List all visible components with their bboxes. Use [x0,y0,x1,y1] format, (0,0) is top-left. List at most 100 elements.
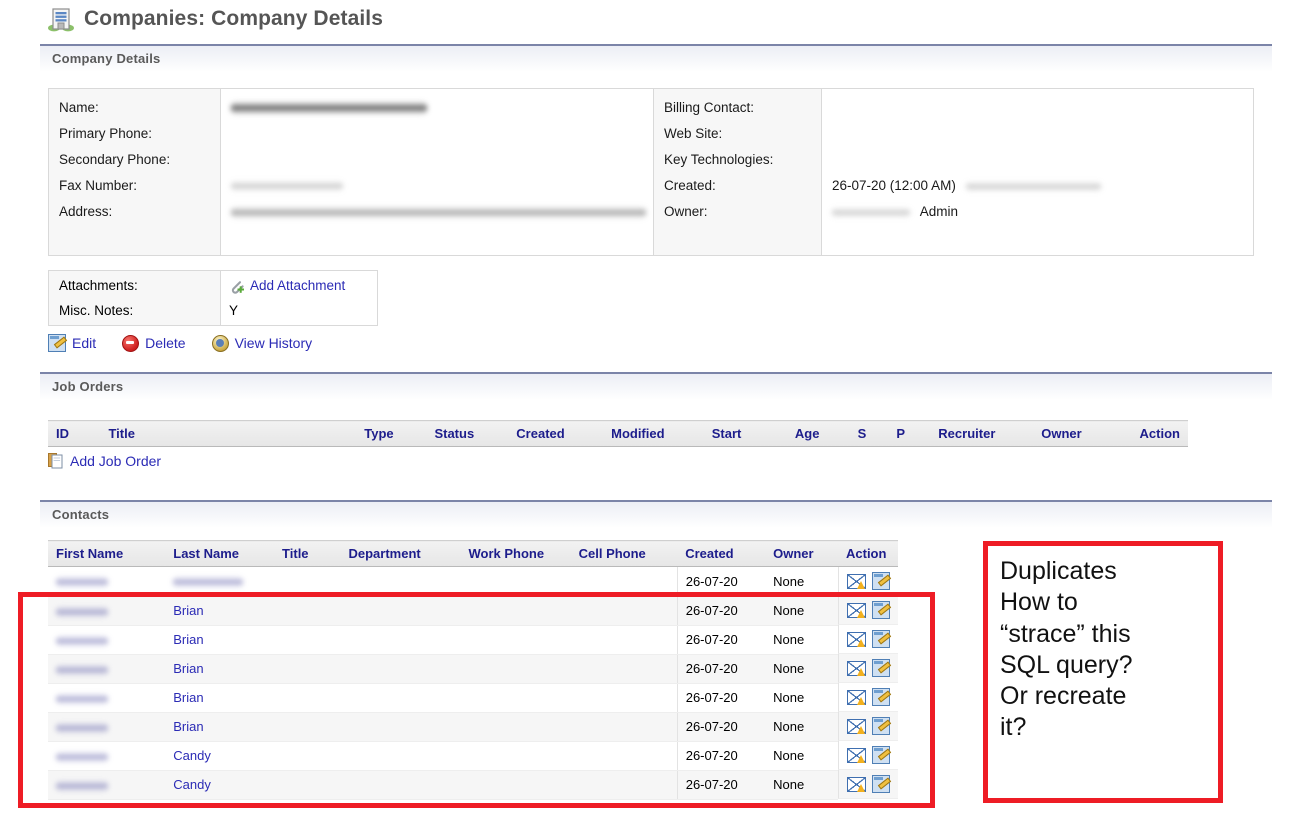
col-contact-last-name[interactable]: Last Name [165,541,274,567]
col-contact-cell-phone[interactable]: Cell Phone [571,541,678,567]
redacted-first-name [56,576,108,588]
owner-value: Admin [920,204,958,219]
redacted-owner-first-name [832,207,910,218]
redacted-last-name [173,576,243,588]
edit-icon [48,334,66,352]
annotation-line-1: Duplicates [1000,556,1210,587]
field-value-fax-number [231,173,653,199]
history-clock-icon [212,335,229,352]
col-joborder-id[interactable]: ID [48,421,100,447]
field-label-primary-phone: Primary Phone: [59,121,220,147]
annotation-line-2: How to [1000,587,1210,618]
page-root: Companies: Company Details Company Detai… [0,0,1298,829]
job-orders-header-row: ID Title Type Status Created Modified St… [48,421,1188,447]
page-title: Companies: Company Details [84,7,383,31]
add-attachment-row[interactable]: Add Attachment [229,273,377,298]
edit-record-button[interactable]: Edit [48,334,96,352]
section-header-company-details: Company Details [40,44,1272,72]
col-contact-title[interactable]: Title [274,541,340,567]
misc-notes-label: Misc. Notes: [59,298,220,323]
section-header-job-orders: Job Orders [40,372,1272,400]
annotation-line-6: it? [1000,712,1210,743]
add-attachment-link[interactable]: Add Attachment [250,273,345,298]
right-labels-cell: Billing Contact: Web Site: Key Technolog… [654,89,822,255]
redacted-address [231,206,646,219]
field-label-name: Name: [59,95,220,121]
field-value-owner: Admin [832,199,1256,225]
field-value-name [231,95,653,121]
left-values-cell [221,89,653,255]
building-icon [48,6,74,32]
field-value-address [231,199,653,225]
field-value-created: 26-07-20 (12:00 AM) [832,173,1256,199]
annotation-line-4: SQL query? [1000,650,1210,681]
email-icon[interactable] [847,574,866,589]
add-job-order-row[interactable]: Add Job Order [48,452,161,469]
delete-label[interactable]: Delete [145,335,185,351]
field-label-billing-contact: Billing Contact: [664,95,821,121]
col-joborder-owner[interactable]: Owner [1033,421,1131,447]
field-value-billing-contact [832,95,1256,121]
add-job-order-link[interactable]: Add Job Order [70,453,161,469]
field-label-owner: Owner: [664,199,821,225]
col-joborder-p[interactable]: P [888,421,930,447]
field-label-address: Address: [59,199,220,225]
col-joborder-age[interactable]: Age [787,421,850,447]
col-contact-created[interactable]: Created [677,541,765,567]
col-contact-department[interactable]: Department [340,541,460,567]
job-orders-table: ID Title Type Status Created Modified St… [48,420,1188,447]
col-joborder-created[interactable]: Created [508,421,603,447]
field-value-primary-phone [231,121,653,147]
redacted-created-by [966,181,1101,192]
attachments-labels-cell: Attachments: Misc. Notes: [49,271,221,325]
col-joborder-modified[interactable]: Modified [603,421,704,447]
company-details-left-column: Name: Primary Phone: Secondary Phone: Fa… [49,89,653,255]
field-value-web-site [832,121,1256,147]
misc-notes-value: Y [229,298,377,323]
section-header-contacts: Contacts [40,500,1272,528]
attachments-values-cell: Add Attachment Y [221,271,377,325]
annotation-line-3: “strace” this [1000,619,1210,650]
annotation-note-text: Duplicates How to “strace” this SQL quer… [1000,556,1210,744]
view-history-label[interactable]: View History [235,335,313,351]
field-label-key-technologies: Key Technologies: [664,147,821,173]
delete-record-button[interactable]: Delete [122,335,185,352]
section-title-company-details: Company Details [52,51,160,66]
section-title-job-orders: Job Orders [52,379,123,394]
section-title-contacts: Contacts [52,507,109,522]
annotation-highlight-contacts-duplicates [18,592,935,808]
record-action-bar: Edit Delete View History [48,334,312,352]
col-joborder-action[interactable]: Action [1132,421,1188,447]
view-history-button[interactable]: View History [212,335,313,352]
redacted-name [231,101,427,115]
col-contact-owner[interactable]: Owner [765,541,838,567]
created-timestamp: 26-07-20 (12:00 AM) [832,178,956,193]
attachments-panel: Attachments: Misc. Notes: Add Attachment [48,270,378,326]
attachments-label: Attachments: [59,273,220,298]
annotation-line-5: Or recreate [1000,681,1210,712]
delete-circle-icon [122,335,139,352]
field-value-key-technologies [832,147,1256,173]
contacts-header-row: First Name Last Name Title Department Wo… [48,541,898,567]
col-contact-work-phone[interactable]: Work Phone [460,541,570,567]
edit-label[interactable]: Edit [72,335,96,351]
field-label-web-site: Web Site: [664,121,821,147]
company-details-panel: Name: Primary Phone: Secondary Phone: Fa… [48,88,1254,256]
col-joborder-status[interactable]: Status [426,421,508,447]
right-values-cell: 26-07-20 (12:00 AM) Admin [822,89,1256,255]
col-contact-first-name[interactable]: First Name [48,541,165,567]
col-joborder-recruiter[interactable]: Recruiter [930,421,1033,447]
page-header: Companies: Company Details [48,6,383,32]
col-joborder-s[interactable]: S [850,421,889,447]
document-add-icon [48,452,63,469]
col-contact-action[interactable]: Action [838,541,898,567]
col-joborder-start[interactable]: Start [704,421,787,447]
field-label-secondary-phone: Secondary Phone: [59,147,220,173]
paperclip-add-icon [229,278,245,294]
col-joborder-type[interactable]: Type [356,421,426,447]
left-labels-cell: Name: Primary Phone: Secondary Phone: Fa… [49,89,221,255]
company-details-right-column: Billing Contact: Web Site: Key Technolog… [653,89,1256,255]
col-joborder-title[interactable]: Title [100,421,356,447]
edit-icon[interactable] [872,572,890,590]
field-value-secondary-phone [231,147,653,173]
